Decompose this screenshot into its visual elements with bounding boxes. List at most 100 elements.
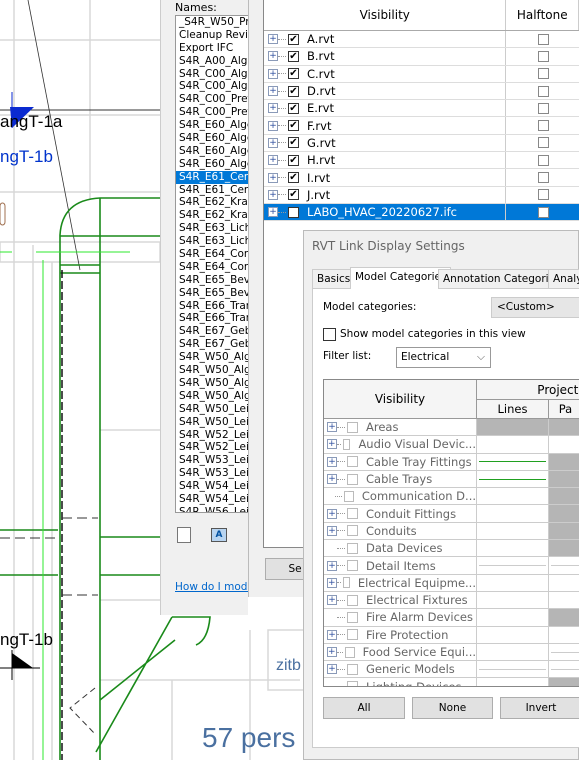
names-list-item[interactable]: S4R_A00_Alge (176, 55, 254, 68)
lines-cell[interactable] (477, 661, 549, 678)
link-row[interactable]: + ✔ E.rvt (264, 100, 579, 118)
names-list-item[interactable]: S4R_E65_Beve (176, 287, 254, 300)
names-list-item[interactable]: S4R_E65_Beve (176, 274, 254, 287)
category-row[interactable]: + Cable Trays (324, 470, 579, 489)
tab-model-categories[interactable]: Model Categories (350, 267, 452, 289)
names-list-item[interactable]: S4R_C00_Prefa (176, 93, 254, 106)
none-button[interactable]: None (412, 697, 493, 719)
names-list-item[interactable]: S4R_E64_Com (176, 261, 254, 274)
halftone-checkbox[interactable] (538, 33, 550, 45)
expand-icon[interactable]: + (327, 647, 337, 657)
names-list-item[interactable]: S4R_W54_Leid (176, 493, 254, 506)
names-list-item[interactable]: S4R_E67_Gebo (176, 338, 254, 351)
names-list[interactable]: _S4R_W50_Pre Cleanup Revit L Export IFC S4R… (175, 15, 255, 513)
link-row[interactable]: + ✔ G.rvt (264, 134, 579, 153)
category-row[interactable]: + Audio Visual Devic... (324, 436, 579, 454)
halftone-checkbox[interactable] (538, 172, 550, 184)
lines-cell[interactable] (477, 557, 549, 574)
names-list-item[interactable]: S4R_E63_Licht (176, 235, 254, 248)
all-button[interactable]: All (323, 697, 405, 719)
category-row[interactable]: + Conduits (324, 522, 579, 541)
names-list-item[interactable]: S4R_E64_Com (176, 248, 254, 261)
halftone-checkbox[interactable] (538, 120, 550, 132)
names-list-item[interactable]: Cleanup Revit L (176, 29, 254, 42)
visibility-checkbox[interactable]: ✔ (288, 68, 299, 80)
names-list-item[interactable]: S4R_W50_Alge (176, 390, 254, 403)
patterns-cell[interactable] (549, 419, 579, 436)
names-list-item[interactable]: S4R_C00_Alge (176, 80, 254, 93)
patterns-cell[interactable] (549, 488, 579, 505)
patterns-cell[interactable] (549, 644, 579, 660)
expand-icon[interactable]: + (327, 508, 337, 519)
lines-cell[interactable] (477, 574, 549, 591)
link-row[interactable]: + ✔ H.rvt (264, 152, 579, 170)
category-row[interactable]: + Electrical Equipme... (324, 574, 579, 592)
expand-icon[interactable]: + (327, 439, 337, 450)
link-row[interactable]: + ✔ J.rvt (264, 186, 579, 204)
expand-icon[interactable]: + (327, 560, 337, 571)
patterns-cell[interactable] (549, 522, 579, 540)
names-list-item[interactable]: S4R_E61_Cent (176, 184, 254, 197)
category-row[interactable]: + Electrical Fixtures (324, 591, 579, 610)
link-row[interactable]: + LABO_HVAC_20220627.ifc (264, 203, 579, 222)
invert-button[interactable]: Invert (500, 697, 579, 719)
halftone-checkbox[interactable] (538, 50, 550, 62)
names-list-item[interactable]: S4R_E66_Tran (176, 312, 254, 325)
names-list-item[interactable]: S4R_C00_Prefa (176, 106, 254, 119)
names-list-item[interactable]: S4R_E60_Alger (176, 119, 254, 132)
expand-icon[interactable]: + (268, 86, 278, 97)
halftone-checkbox[interactable] (538, 206, 550, 218)
lines-cell[interactable] (477, 436, 549, 453)
names-list-item[interactable]: S4R_W52_Leid (176, 429, 254, 442)
names-list-item[interactable]: S4R_W50_Leid (176, 403, 254, 416)
lines-cell[interactable] (477, 488, 549, 505)
tab-annotation-categories[interactable]: Annotation Categories (438, 269, 566, 289)
show-categories-checkbox[interactable] (323, 328, 336, 341)
halftone-checkbox[interactable] (538, 102, 550, 114)
expand-icon[interactable]: + (268, 68, 278, 79)
expand-icon[interactable]: + (327, 629, 337, 640)
link-row[interactable]: + ✔ B.rvt (264, 48, 579, 66)
visibility-checkbox[interactable]: ✔ (288, 172, 299, 184)
names-list-item[interactable]: S4R_E60_Alger (176, 132, 254, 145)
halftone-checkbox[interactable] (538, 189, 550, 201)
expand-icon[interactable]: + (327, 525, 337, 536)
names-list-item[interactable]: S4R_W52_Leid (176, 441, 254, 454)
copy-icon[interactable] (177, 527, 191, 543)
expand-icon[interactable]: + (327, 456, 337, 467)
patterns-cell[interactable] (549, 609, 579, 626)
patterns-cell[interactable] (549, 540, 579, 557)
names-list-item[interactable]: S4R_E60_Alger (176, 158, 254, 171)
expand-icon[interactable]: + (268, 155, 278, 166)
category-checkbox[interactable] (347, 473, 358, 485)
patterns-cell[interactable] (549, 557, 579, 573)
category-row[interactable]: + Conduit Fittings (324, 505, 579, 523)
names-list-item[interactable]: S4R_W50_Leid (176, 416, 254, 429)
expand-icon[interactable]: + (268, 207, 278, 218)
halftone-checkbox[interactable] (538, 154, 550, 166)
visibility-checkbox[interactable]: ✔ (288, 120, 299, 132)
halftone-checkbox[interactable] (538, 68, 550, 80)
names-list-item[interactable]: S4R_W50_Alge (176, 377, 254, 390)
category-checkbox[interactable] (344, 490, 354, 502)
visibility-checkbox[interactable] (288, 206, 299, 218)
halftone-checkbox[interactable] (538, 137, 550, 149)
lines-cell[interactable] (477, 591, 549, 609)
link-row[interactable]: + ✔ D.rvt (264, 82, 579, 101)
names-list-item[interactable]: Export IFC (176, 42, 254, 55)
help-link[interactable]: How do I modif (175, 581, 254, 593)
halftone-checkbox[interactable] (538, 85, 550, 97)
names-list-item[interactable]: S4R_W50_Alge (176, 351, 254, 364)
patterns-cell[interactable] (549, 678, 579, 686)
lines-cell[interactable] (477, 609, 549, 626)
patterns-cell[interactable] (549, 575, 579, 591)
column-header-lines[interactable]: Lines (477, 400, 549, 419)
names-list-item[interactable]: S4R_W50_Alge (176, 364, 254, 377)
names-list-item[interactable]: S4R_E67_Gebo (176, 325, 254, 338)
expand-icon[interactable]: + (327, 664, 337, 675)
expand-icon[interactable]: + (268, 51, 278, 62)
category-checkbox[interactable] (347, 663, 358, 675)
filter-list-select[interactable]: Electrical ⌵ (396, 347, 491, 368)
category-row[interactable]: + Fire Protection (324, 626, 579, 644)
expand-icon[interactable]: + (327, 595, 337, 606)
